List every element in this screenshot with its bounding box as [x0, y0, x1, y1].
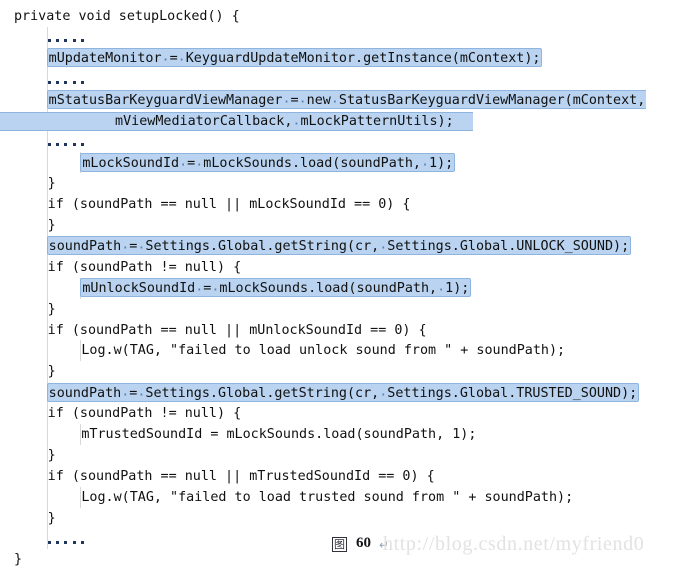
code-line: Log.w(TAG, "failed to load unlock sound …	[0, 340, 690, 361]
space-dot	[379, 239, 387, 254]
code-line: mUnlockSoundId = mLockSounds.load(soundP…	[0, 278, 690, 299]
code-text: if (soundPath != null) {	[47, 406, 242, 422]
space-dot	[437, 281, 445, 296]
code-text: }	[47, 218, 56, 233]
space-dot	[162, 51, 170, 66]
space-dot	[137, 239, 145, 254]
code-text: }	[47, 301, 56, 317]
csdn-watermark-url: http://blog.csdn.net/myfriend0	[383, 533, 645, 555]
space-dot	[121, 239, 129, 254]
code-text: }	[47, 447, 56, 463]
code-line: mStatusBarKeyguardViewManager = new Stat…	[0, 90, 690, 111]
code-elision-marker	[47, 131, 90, 152]
code-line: mTrustedSoundId = mLockSounds.load(sound…	[0, 424, 690, 445]
code-text: }	[47, 364, 56, 380]
code-text: soundPath = Settings.Global.getString(cr…	[46, 236, 632, 256]
code-line: Log.w(TAG, "failed to load trusted sound…	[0, 487, 690, 508]
code-text: if (soundPath == null || mTrustedSoundId…	[47, 468, 435, 484]
code-text: mUnlockSoundId = mLockSounds.load(soundP…	[80, 278, 472, 298]
space-dot	[292, 114, 300, 129]
code-text: mTrustedSoundId = mLockSounds.load(sound…	[81, 427, 477, 442]
code-text: if (soundPath != null) {	[47, 259, 242, 275]
code-text: if (soundPath == null || mLockSoundId ==…	[47, 197, 411, 213]
code-text: Log.w(TAG, "failed to load unlock sound …	[81, 343, 566, 359]
space-dot	[421, 156, 429, 171]
code-line: }	[0, 508, 690, 529]
code-text: Log.w(TAG, "failed to load trusted sound…	[81, 489, 574, 505]
figure-label-glyph: 图	[332, 537, 347, 552]
code-line: }	[0, 445, 690, 466]
code-text: soundPath = Settings.Global.getString(cr…	[46, 382, 640, 402]
code-line: }	[0, 361, 690, 382]
space-dot	[379, 386, 387, 401]
code-elision-marker	[47, 27, 90, 48]
space-dot	[121, 386, 129, 401]
space-dot	[137, 386, 145, 401]
code-text: private void setupLocked() {	[14, 9, 240, 24]
code-line: if (soundPath != null) {	[0, 403, 690, 424]
space-dot	[282, 93, 290, 108]
code-text: mLockSoundId = mLockSounds.load(soundPat…	[80, 152, 456, 172]
space-dot	[299, 93, 307, 108]
code-line: }	[0, 173, 690, 194]
code-line: if (soundPath != null) {	[0, 257, 690, 278]
code-line: }	[0, 215, 690, 236]
code-listing: private void setupLocked() { mUpdateMonit…	[0, 0, 690, 567]
code-line: mLockSoundId = mLockSounds.load(soundPat…	[0, 152, 690, 173]
code-line: soundPath = Settings.Global.getString(cr…	[0, 382, 690, 403]
code-text: mViewMediatorCallback, mLockPatternUtils…	[115, 111, 454, 132]
figure-caption-row: 图 60 ↵ http://blog.csdn.net/myfriend0	[0, 533, 690, 571]
code-text: }	[47, 176, 56, 192]
code-text: mUpdateMonitor = KeyguardUpdateMonitor.g…	[46, 48, 543, 68]
code-line: mUpdateMonitor = KeyguardUpdateMonitor.g…	[0, 48, 690, 69]
code-text: if (soundPath == null || mUnlockSoundId …	[47, 322, 427, 338]
space-dot	[179, 156, 187, 171]
code-line: }	[0, 299, 690, 320]
code-elision-marker	[47, 69, 90, 90]
space-dot	[195, 156, 203, 171]
code-text: }	[47, 510, 56, 526]
space-dot	[195, 281, 203, 296]
space-dot	[211, 281, 219, 296]
code-text: mStatusBarKeyguardViewManager = new Stat…	[46, 90, 647, 110]
code-line: soundPath = Settings.Global.getString(cr…	[0, 236, 690, 257]
code-line: if (soundPath == null || mLockSoundId ==…	[0, 194, 690, 215]
figure-number: 60	[356, 535, 371, 551]
code-line: private void setupLocked() {	[0, 6, 690, 27]
code-line: mViewMediatorCallback, mLockPatternUtils…	[0, 111, 690, 132]
space-dot	[178, 51, 186, 66]
code-line: if (soundPath == null || mTrustedSoundId…	[0, 466, 690, 487]
space-dot	[331, 93, 339, 108]
code-line: if (soundPath == null || mUnlockSoundId …	[0, 320, 690, 341]
